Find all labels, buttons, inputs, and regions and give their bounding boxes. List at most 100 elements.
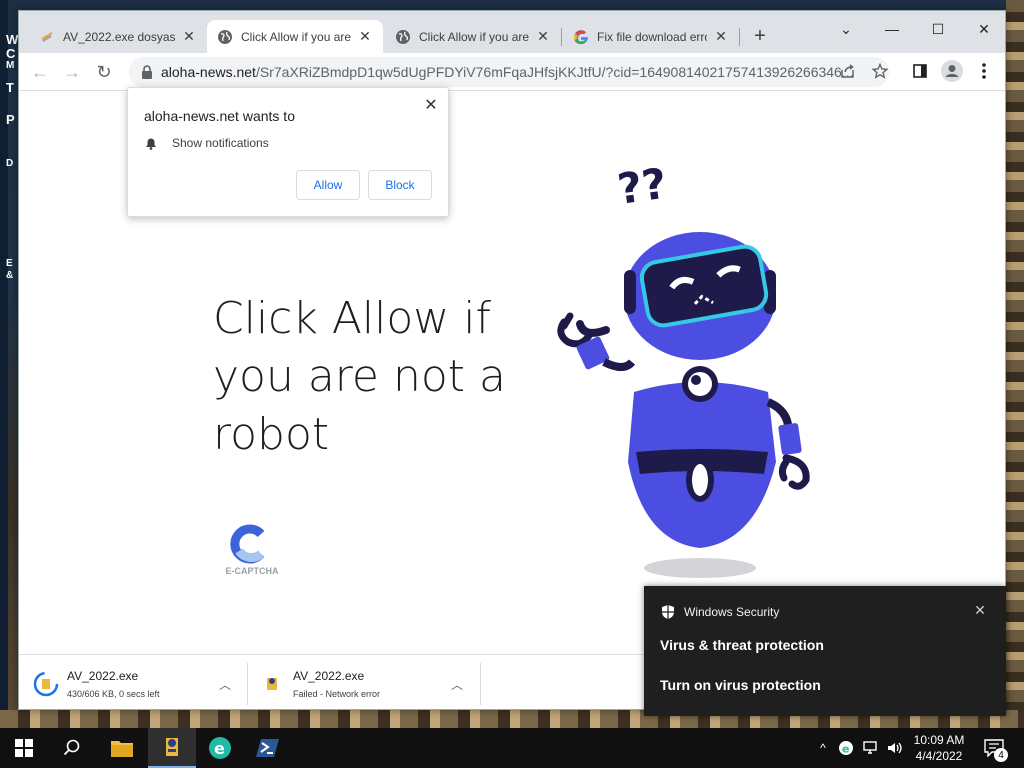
edge-icon: e — [209, 737, 231, 759]
taskbar-clock[interactable]: 10:09 AM 4/4/2022 — [904, 732, 974, 764]
notification-permission-prompt: aloha-news.net wants to ✕ Show notificat… — [127, 87, 449, 217]
download-item[interactable]: AV_2022.exe Failed - Network error — [259, 661, 380, 707]
svg-text:e: e — [842, 743, 849, 756]
folder-icon — [111, 741, 133, 757]
download-filename: AV_2022.exe — [293, 669, 365, 683]
desktop-edge — [0, 0, 8, 728]
desktop-text: T — [6, 80, 14, 95]
app-icon — [166, 738, 178, 756]
exe-file-icon — [259, 671, 285, 697]
page-headline: Click Allow if you are not a robot — [213, 293, 506, 460]
window-close-button[interactable]: ✕ — [961, 15, 1005, 43]
browser-toolbar: ← → ↻ aloha-news.net/Sr7aXRiZBmdpD1qw5dU… — [19, 53, 1005, 91]
powershell-icon — [256, 739, 279, 757]
prompt-permission-item: Show notifications — [144, 136, 269, 150]
taskbar: e ^ e 10:09 AM 4/4/2022 4 — [0, 728, 1024, 768]
download-status: 430/606 KB, 0 secs left — [67, 689, 160, 699]
prompt-title: aloha-news.net wants to — [144, 108, 295, 124]
desktop-text: M — [6, 60, 15, 71]
chrome-taskbar-button[interactable] — [148, 728, 196, 768]
minimize-button[interactable]: — — [869, 15, 915, 43]
volume-icon[interactable] — [884, 728, 906, 768]
download-icon — [39, 29, 55, 45]
clock-time: 10:09 AM — [913, 733, 965, 747]
url-path: /Sr7aXRiZBmdpD1qw5dUgPFDYiV76mFqaJHfsjKK… — [255, 64, 854, 80]
tab-separator — [561, 28, 562, 46]
download-filename: AV_2022.exe — [67, 669, 139, 683]
powershell-taskbar-button[interactable] — [244, 728, 292, 768]
download-separator — [247, 663, 248, 705]
start-button[interactable] — [0, 728, 48, 768]
desktop-text: E — [6, 258, 13, 269]
new-tab-button[interactable]: + — [749, 25, 771, 47]
search-button[interactable] — [48, 728, 96, 768]
tab-search-button[interactable]: ⌄ — [823, 15, 869, 43]
tab-label: AV_2022.exe dosyasını — [63, 29, 175, 44]
close-icon[interactable]: ✕ — [713, 28, 729, 45]
reload-button[interactable]: ↻ — [91, 59, 117, 85]
file-explorer-button[interactable] — [98, 728, 146, 768]
toast-title: Virus & threat protection — [660, 637, 824, 653]
tray-edge-icon[interactable]: e — [836, 728, 856, 768]
download-separator — [480, 663, 481, 705]
close-icon[interactable]: ✕ — [181, 28, 197, 45]
edge-taskbar-button[interactable]: e — [196, 728, 244, 768]
captcha-label: E-CAPTCHA — [225, 566, 279, 576]
captcha-logo: E-CAPTCHA — [217, 520, 287, 580]
search-icon — [63, 739, 80, 756]
menu-kebab-icon[interactable] — [971, 58, 997, 84]
url-host: aloha-news.net — [161, 64, 256, 80]
tab-click-allow-active[interactable]: Click Allow if you are ✕ — [207, 20, 383, 53]
allow-button[interactable]: Allow — [296, 170, 360, 200]
toast-header: Windows Security — [660, 604, 779, 620]
tray-chevron-up-icon[interactable]: ^ — [814, 728, 832, 768]
captcha-c-icon — [230, 524, 265, 564]
globe-icon — [217, 29, 233, 45]
tab-fix-download[interactable]: Fix file download erro ✕ — [563, 20, 739, 53]
network-icon[interactable] — [860, 728, 882, 768]
google-icon — [573, 29, 589, 45]
prompt-close-button[interactable]: ✕ — [422, 96, 440, 114]
toast-body: Turn on virus protection — [660, 677, 821, 693]
desktop-wallpaper-edge — [1006, 0, 1024, 728]
bookmark-star-icon[interactable] — [867, 58, 893, 84]
desktop-text: P — [6, 112, 15, 127]
close-icon[interactable]: ✕ — [357, 28, 373, 45]
download-progress-icon — [33, 671, 59, 697]
robot-illustration: ?? — [557, 162, 810, 578]
clock-date: 4/4/2022 — [915, 749, 963, 763]
tab-label: Click Allow if you are — [419, 29, 529, 44]
block-button[interactable]: Block — [368, 170, 432, 200]
side-panel-icon[interactable] — [907, 58, 933, 84]
tab-separator — [739, 28, 740, 46]
desktop-text: C — [6, 46, 16, 61]
svg-text:??: ?? — [615, 162, 670, 214]
tab-download[interactable]: AV_2022.exe dosyasını ✕ — [29, 20, 207, 53]
windows-logo-icon — [15, 739, 33, 757]
profile-avatar-icon[interactable] — [939, 58, 965, 84]
chevron-up-icon[interactable]: ︿ — [216, 675, 234, 693]
desktop-text: W — [6, 32, 19, 47]
tab-label: Fix file download erro — [597, 29, 707, 44]
address-bar[interactable]: aloha-news.net/Sr7aXRiZBmdpD1qw5dUgPFDYi… — [129, 57, 889, 87]
windows-security-toast[interactable]: Windows Security ✕ Virus & threat protec… — [644, 586, 1006, 716]
share-icon[interactable] — [835, 58, 861, 84]
download-status: Failed - Network error — [293, 689, 381, 699]
close-icon[interactable]: ✕ — [535, 28, 551, 45]
lock-icon[interactable] — [141, 65, 155, 79]
download-item[interactable]: AV_2022.exe 430/606 KB, 0 secs left — [33, 661, 160, 707]
forward-button[interactable]: → — [59, 59, 85, 85]
desktop-text: & — [6, 270, 14, 281]
tab-click-allow[interactable]: Click Allow if you are ✕ — [385, 20, 561, 53]
toast-app-name: Windows Security — [684, 605, 780, 619]
globe-icon — [395, 29, 411, 45]
chevron-up-icon[interactable]: ︿ — [448, 675, 466, 693]
back-button[interactable]: ← — [27, 59, 53, 85]
toast-close-button[interactable]: ✕ — [972, 602, 988, 618]
tab-strip: AV_2022.exe dosyasını ✕ Click Allow if y… — [19, 11, 1005, 53]
maximize-button[interactable]: ☐ — [915, 15, 961, 43]
shield-icon — [660, 604, 676, 620]
notification-count-badge: 4 — [994, 748, 1008, 762]
tab-label: Click Allow if you are — [241, 29, 351, 44]
svg-text:e: e — [214, 739, 225, 758]
